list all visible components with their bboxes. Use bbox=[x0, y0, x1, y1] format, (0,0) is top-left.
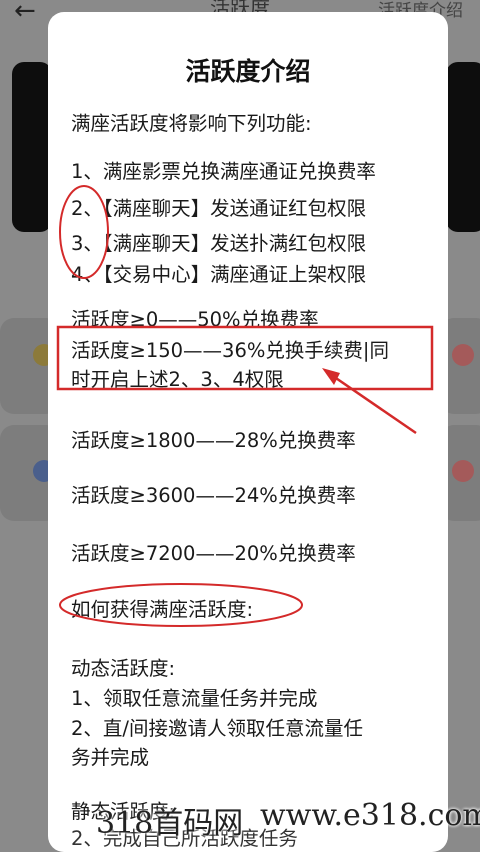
watermark-right: www.e318.com bbox=[260, 798, 480, 833]
dynamic-item-2: 2、直/间接邀请人领取任意流量任 bbox=[71, 717, 363, 740]
modal-title: 活跃度介绍 bbox=[185, 57, 311, 86]
background-banner-left bbox=[12, 62, 52, 232]
dynamic-title: 动态活跃度: bbox=[71, 657, 176, 680]
tier-150-line2: 时开启上述2、3、4权限 bbox=[71, 368, 284, 391]
dynamic-item-2-cont: 务并完成 bbox=[71, 746, 150, 769]
background-red-dot-icon bbox=[452, 344, 474, 366]
dynamic-item-1: 1、领取任意流量任务并完成 bbox=[71, 687, 318, 710]
background-banner-right bbox=[446, 62, 480, 232]
feature-item-4: 4、【交易中心】满座通证上架权限 bbox=[71, 263, 367, 286]
how-to-title: 如何获得满座活跃度: bbox=[71, 598, 254, 621]
feature-item-1: 1、满座影票兑换满座通证兑换费率 bbox=[71, 160, 376, 183]
activity-intro-modal: 活跃度介绍 满座活跃度将影响下列功能: 1、满座影票兑换满座通证兑换费率 2、【… bbox=[48, 12, 448, 852]
back-arrow-icon[interactable]: ← bbox=[14, 0, 36, 26]
feature-item-3: 3、【满座聊天】发送扑满红包权限 bbox=[71, 232, 367, 255]
tier-1800: 活跃度≥1800——28%兑换费率 bbox=[71, 429, 356, 452]
feature-item-2: 2、【满座聊天】发送通证红包权限 bbox=[71, 197, 367, 220]
watermark-left: 318首码网 bbox=[96, 806, 244, 841]
tier-150-line1: 活跃度≥150——36%兑换手续费|同 bbox=[71, 339, 389, 362]
tier-7200: 活跃度≥7200——20%兑换费率 bbox=[71, 542, 356, 565]
background-red-dot-icon-2 bbox=[452, 460, 474, 482]
intro-text: 满座活跃度将影响下列功能: bbox=[71, 112, 312, 135]
tier-0: 活跃度≥0——50%兑换费率 bbox=[71, 308, 319, 331]
tier-3600: 活跃度≥3600——24%兑换费率 bbox=[71, 484, 356, 507]
